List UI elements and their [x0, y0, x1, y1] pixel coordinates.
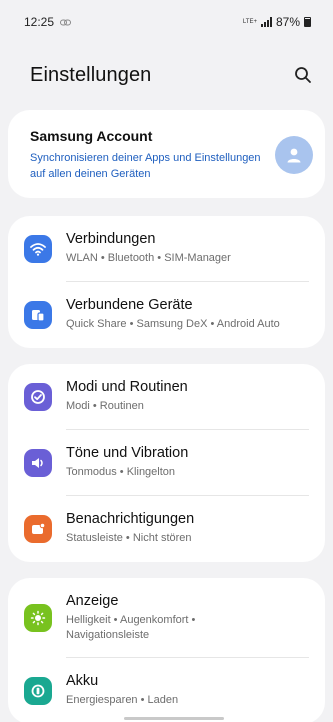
status-bar: 12:25 LTE+ 87%	[0, 0, 333, 44]
routines-icon	[24, 382, 52, 411]
page-header: Einstellungen	[0, 44, 333, 106]
settings-group-connections: Verbindungen WLAN • Bluetooth • SIM-Mana…	[8, 216, 325, 348]
item-title: Töne und Vibration	[66, 445, 189, 461]
battery-icon	[24, 676, 52, 705]
item-title: Benachrichtigungen	[66, 511, 195, 527]
item-subtitle: Tonmodus • Klingelton	[66, 466, 176, 478]
settings-item-toene-und-vibration[interactable]: Töne und Vibration Tonmodus • Klingelton	[8, 430, 325, 495]
samsung-account-card[interactable]: Samsung Account Synchronisieren deiner A…	[8, 110, 325, 198]
item-subtitle: Modi • Routinen	[66, 400, 144, 412]
status-time: 12:25	[24, 15, 55, 29]
account-text: Samsung Account Synchronisieren deiner A…	[30, 128, 265, 182]
settings-item-verbindungen[interactable]: Verbindungen WLAN • Bluetooth • SIM-Mana…	[8, 216, 325, 281]
search-button[interactable]	[289, 61, 317, 89]
speaker-icon	[24, 448, 52, 477]
settings-group-modes: Modi und Routinen Modi • Routinen Töne u…	[8, 364, 325, 562]
settings-group-display: Anzeige Helligkeit • Augenkomfort • Navi…	[8, 578, 325, 722]
item-title: Modi und Routinen	[66, 379, 188, 395]
item-title: Anzeige	[66, 593, 119, 609]
settings-item-anzeige[interactable]: Anzeige Helligkeit • Augenkomfort • Navi…	[8, 578, 325, 657]
settings-item-modi-und-routinen[interactable]: Modi und Routinen Modi • Routinen	[8, 364, 325, 429]
signal-icon	[260, 17, 272, 27]
devices-icon	[24, 300, 52, 329]
settings-item-verbundene-geraete[interactable]: Verbundene Geräte Quick Share • Samsung …	[8, 282, 325, 348]
network-label: LTE+	[242, 19, 257, 25]
person-icon	[287, 148, 301, 163]
avatar[interactable]	[275, 136, 313, 174]
item-subtitle: Energiesparen • Laden	[66, 694, 179, 706]
link-icon	[60, 15, 72, 29]
home-indicator	[124, 717, 224, 720]
status-right: LTE+ 87%	[243, 15, 311, 29]
wifi-icon	[24, 234, 52, 263]
brightness-icon	[24, 604, 52, 632]
item-title: Verbindungen	[66, 231, 156, 247]
battery-percent: 87%	[275, 15, 300, 29]
settings-item-akku[interactable]: Akku Energiesparen • Laden	[8, 658, 325, 722]
notification-icon	[24, 514, 52, 543]
item-title: Verbundene Geräte	[66, 297, 193, 313]
item-subtitle: Quick Share • Samsung DeX • Android Auto	[66, 318, 280, 330]
settings-item-benachrichtigungen[interactable]: Benachrichtigungen Statusleiste • Nicht …	[8, 496, 325, 562]
item-subtitle: Helligkeit • Augenkomfort • Navigationsl…	[66, 614, 196, 641]
battery-status-icon	[304, 17, 311, 27]
search-icon	[295, 67, 311, 83]
item-subtitle: WLAN • Bluetooth • SIM-Manager	[66, 252, 231, 264]
page-title: Einstellungen	[30, 63, 152, 86]
account-title: Samsung Account	[30, 128, 153, 144]
status-left: 12:25	[24, 15, 72, 29]
item-subtitle: Statusleiste • Nicht stören	[66, 532, 192, 544]
item-title: Akku	[66, 673, 99, 689]
account-subtitle: Synchronisieren deiner Apps und Einstell…	[30, 152, 261, 180]
